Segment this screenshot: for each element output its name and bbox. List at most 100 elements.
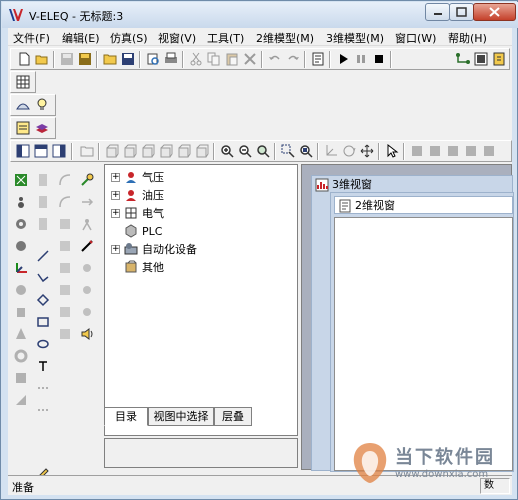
arrow-tool-button[interactable] <box>78 193 96 211</box>
weight-button[interactable] <box>12 193 30 211</box>
gear-button[interactable] <box>12 215 30 233</box>
hatch-tool-5-button[interactable] <box>56 303 74 321</box>
save-disabled-button[interactable] <box>58 51 76 67</box>
expand-button[interactable]: + <box>111 190 120 200</box>
note-button[interactable] <box>14 120 32 136</box>
view-2d-window[interactable]: 2维视窗 <box>330 192 514 472</box>
run-button[interactable] <box>334 51 352 67</box>
gray-figure-3-button[interactable] <box>78 303 96 321</box>
view-front-button[interactable] <box>103 143 121 159</box>
axis-button[interactable] <box>322 143 340 159</box>
box-button[interactable] <box>12 369 30 387</box>
gray-tool-2-button[interactable] <box>426 143 444 159</box>
measure-tool-button[interactable] <box>78 237 96 255</box>
minimize-button[interactable] <box>425 3 450 21</box>
arc-tool-2-button[interactable] <box>56 193 74 211</box>
print-preview-button[interactable] <box>144 51 162 67</box>
tree-item-other[interactable]: 其他 <box>124 259 164 275</box>
dotted-tool-2-button[interactable] <box>34 401 52 419</box>
doc-tool-2-button[interactable] <box>34 193 52 211</box>
cut-button[interactable] <box>187 51 205 67</box>
properties-button[interactable] <box>309 51 327 67</box>
gray-figure-button[interactable] <box>78 259 96 277</box>
gray-tool-1-button[interactable] <box>408 143 426 159</box>
expand-button[interactable]: + <box>111 208 120 218</box>
hatch-tool-2-button[interactable] <box>56 237 74 255</box>
ellipse-tool-button[interactable] <box>34 335 52 353</box>
redo-button[interactable] <box>284 51 302 67</box>
component-button[interactable] <box>12 171 30 189</box>
tab-cascade[interactable]: 层叠 <box>214 407 252 426</box>
wedge-button[interactable] <box>12 391 30 409</box>
open-folder-button[interactable] <box>101 51 119 67</box>
gray-tool-4-button[interactable] <box>462 143 480 159</box>
polyline-tool-button[interactable] <box>34 269 52 287</box>
save-all-button[interactable] <box>76 51 94 67</box>
new-button[interactable] <box>15 51 33 67</box>
rectangle-tool-button[interactable] <box>34 313 52 331</box>
tab-catalog[interactable]: 目录 <box>104 407 148 426</box>
print-button[interactable] <box>162 51 180 67</box>
rotate-button[interactable] <box>340 143 358 159</box>
zoom-in-button[interactable] <box>218 143 236 159</box>
menu-edit[interactable]: 编辑(E) <box>62 30 100 46</box>
library-button[interactable] <box>33 120 51 136</box>
cone-button[interactable] <box>12 325 30 343</box>
cylinder-button[interactable] <box>12 303 30 321</box>
light-button[interactable] <box>33 97 51 113</box>
panel-button[interactable] <box>472 51 490 67</box>
view-back-button[interactable] <box>157 143 175 159</box>
zoom-area-button[interactable] <box>297 143 315 159</box>
expand-button[interactable]: + <box>111 244 120 254</box>
open-button[interactable] <box>33 51 51 67</box>
arc-tool-button[interactable] <box>56 171 74 189</box>
menu-file[interactable]: 文件(F) <box>13 30 50 46</box>
maximize-button[interactable] <box>449 3 474 21</box>
layout-left-button[interactable] <box>14 143 32 159</box>
layout-right-button[interactable] <box>50 143 68 159</box>
hatch-tool-4-button[interactable] <box>56 281 74 299</box>
menu-3d-model[interactable]: 3维模型(M) <box>326 30 384 46</box>
view-2d-titlebar[interactable]: 2维视窗 <box>334 196 513 214</box>
pan-button[interactable] <box>358 143 376 159</box>
layout-button[interactable] <box>14 97 32 113</box>
gray-tool-5-button[interactable] <box>480 143 498 159</box>
save-button[interactable] <box>119 51 137 67</box>
tree-item-electric[interactable]: + 电气 <box>111 205 164 221</box>
menu-simulate[interactable]: 仿真(S) <box>110 30 148 46</box>
doc-tool-button[interactable] <box>34 171 52 189</box>
doc-tool-3-button[interactable] <box>34 215 52 233</box>
connect-button[interactable] <box>454 51 472 67</box>
select-button[interactable] <box>383 143 401 159</box>
view-iso-button[interactable] <box>175 143 193 159</box>
zoom-fit-button[interactable] <box>254 143 272 159</box>
tree-item-plc[interactable]: PLC <box>124 223 162 239</box>
close-button[interactable] <box>473 3 516 21</box>
menu-view[interactable]: 视窗(V) <box>158 30 196 46</box>
zoom-out-button[interactable] <box>236 143 254 159</box>
title-bar[interactable]: V-ELEQ - 无标题:3 <box>2 2 518 28</box>
view-bottom-button[interactable] <box>193 143 211 159</box>
gray-tool-3-button[interactable] <box>444 143 462 159</box>
hatch-tool-3-button[interactable] <box>56 259 74 277</box>
help-book-button[interactable] <box>490 51 508 67</box>
view-top-button[interactable] <box>121 143 139 159</box>
axis-tool-button[interactable] <box>12 259 30 277</box>
grid-button[interactable] <box>14 74 32 90</box>
tree-item-pneumatic[interactable]: + 气压 <box>111 169 164 185</box>
drawing-canvas[interactable] <box>334 217 513 471</box>
polygon-tool-button[interactable] <box>34 291 52 309</box>
copy-button[interactable] <box>205 51 223 67</box>
speaker-tool-button[interactable] <box>78 325 96 343</box>
disc-button[interactable] <box>12 237 30 255</box>
stop-button[interactable] <box>370 51 388 67</box>
pause-button[interactable] <box>352 51 370 67</box>
torus-button[interactable] <box>12 347 30 365</box>
tree-item-automation[interactable]: + 自动化设备 <box>111 241 197 257</box>
line-tool-button[interactable] <box>34 247 52 265</box>
menu-window[interactable]: 窗口(W) <box>395 30 436 46</box>
tree-item-hydraulic[interactable]: + 油压 <box>111 187 164 203</box>
layout-split-button[interactable] <box>32 143 50 159</box>
dotted-tool-button[interactable] <box>34 379 52 397</box>
undo-button[interactable] <box>266 51 284 67</box>
